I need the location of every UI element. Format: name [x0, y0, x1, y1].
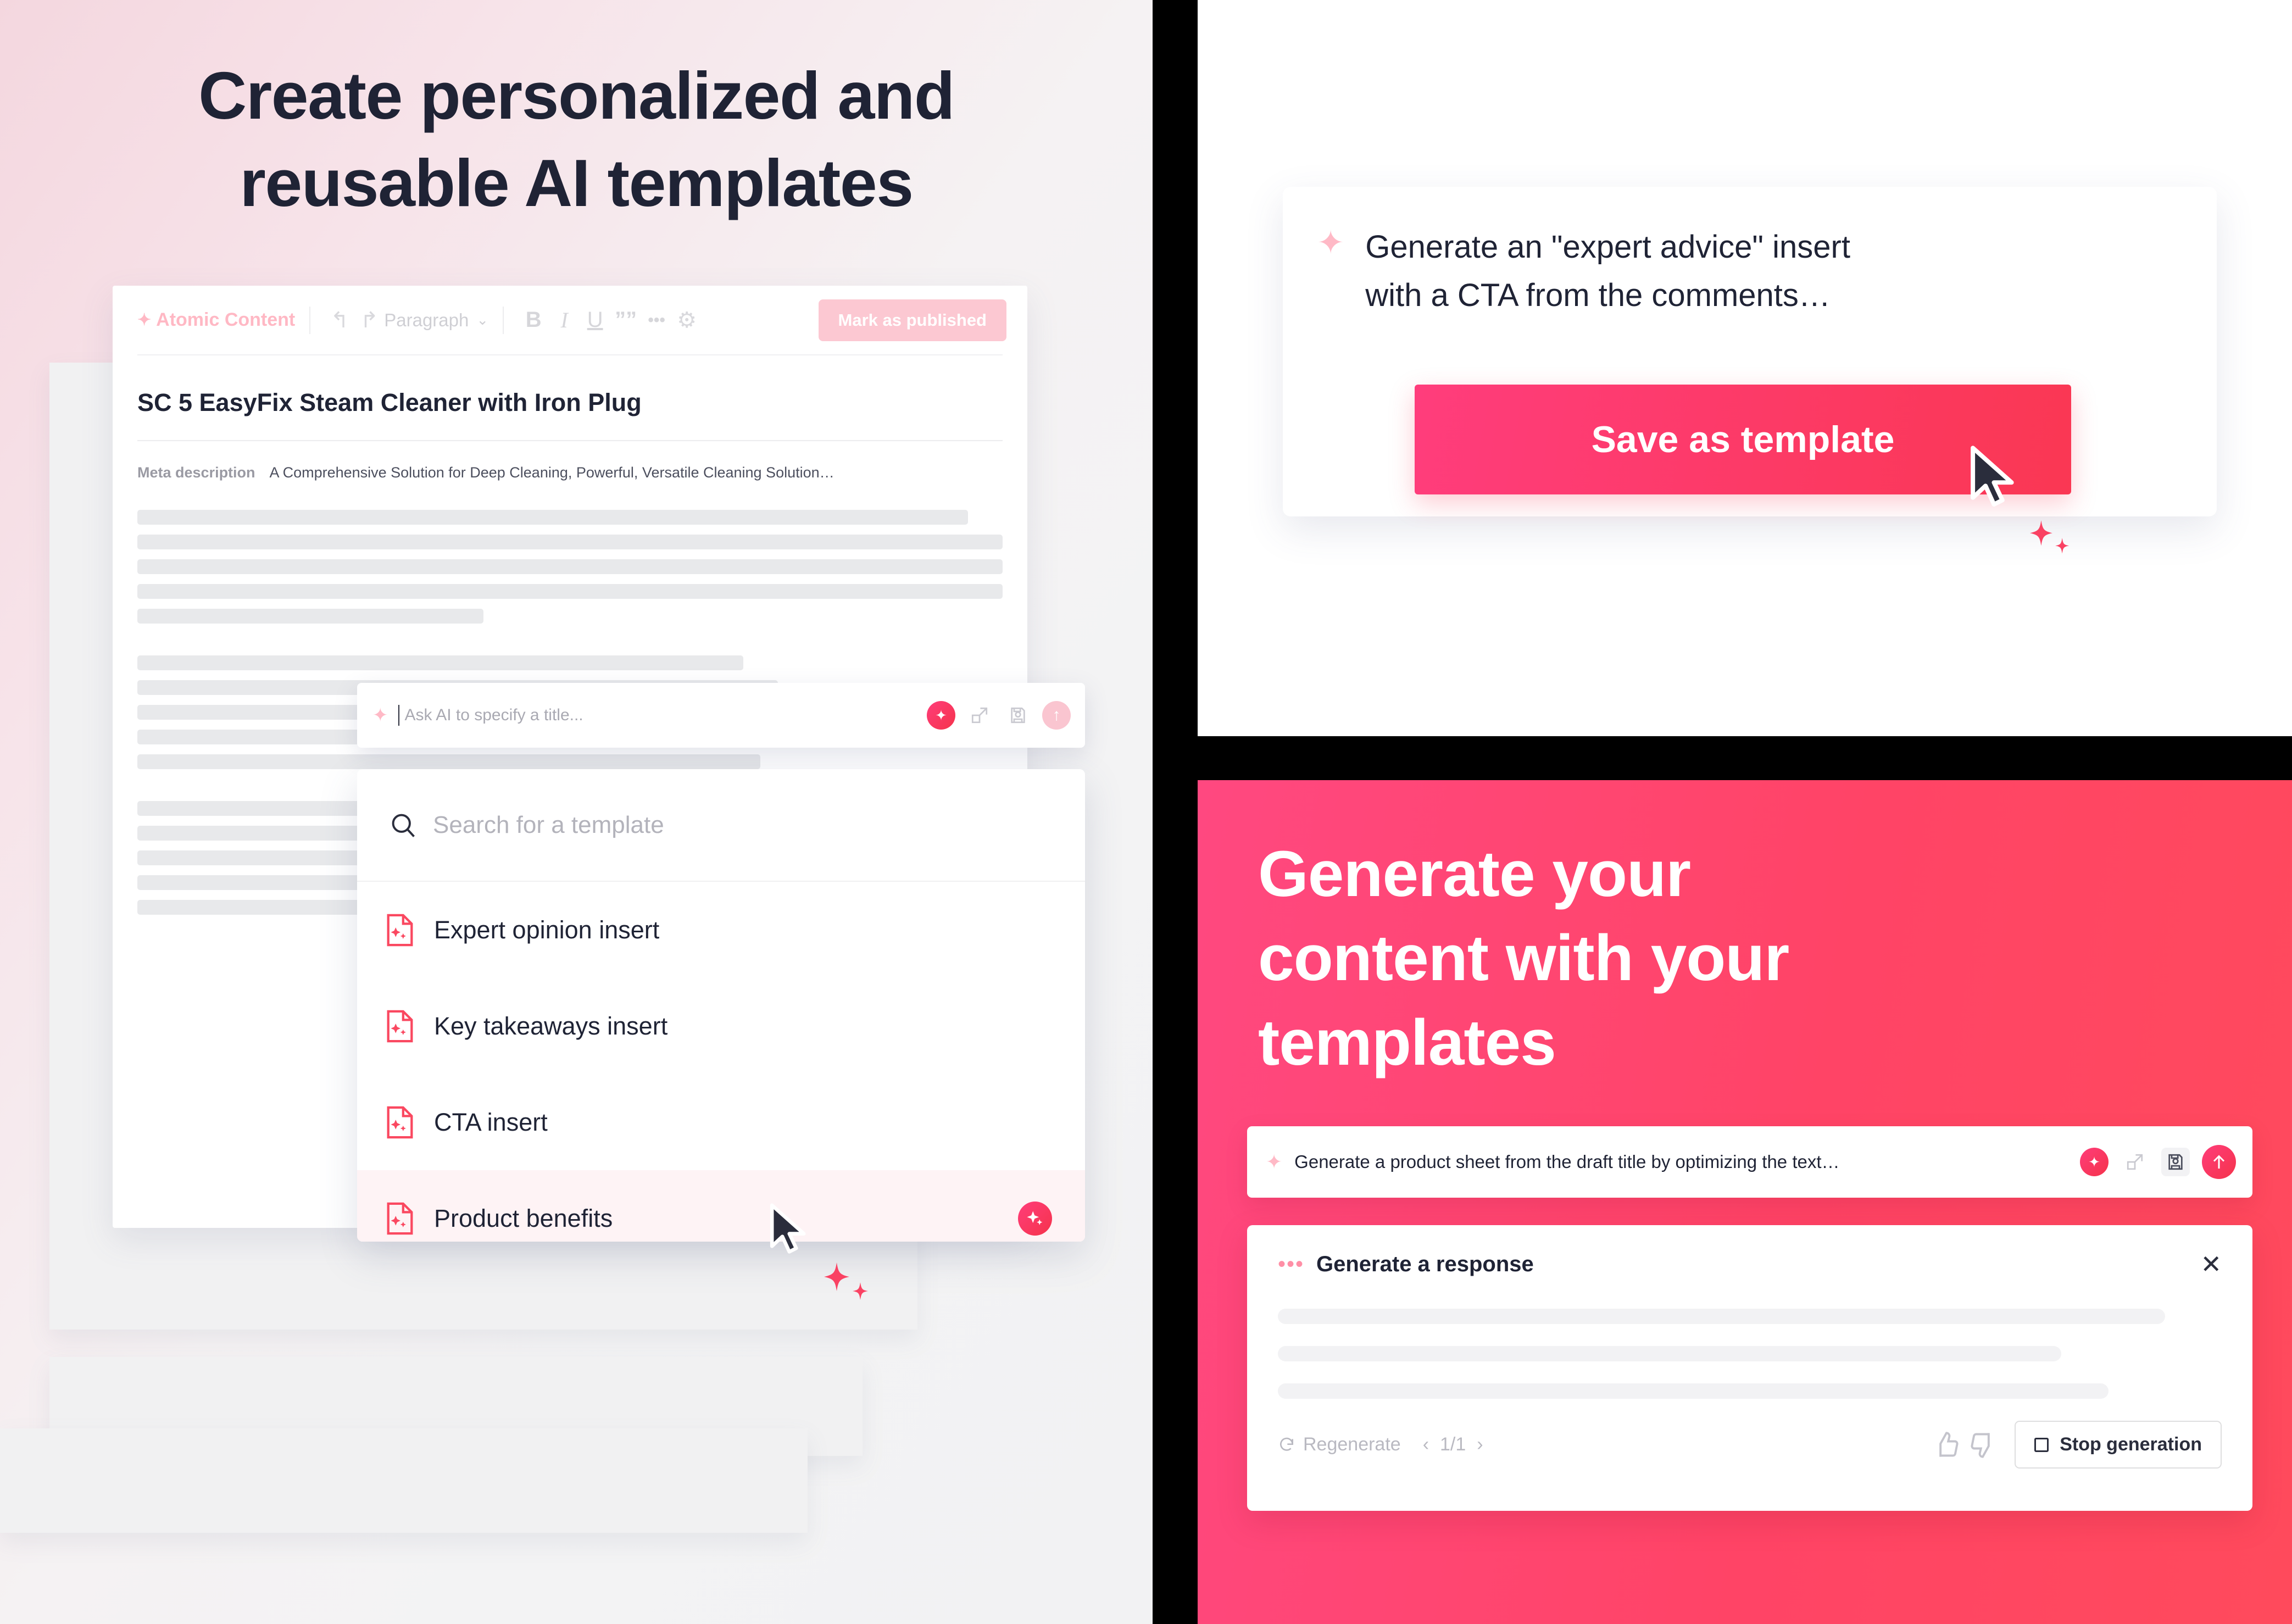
brand-label: Atomic Content [156, 309, 296, 330]
meta-description-value: A Comprehensive Solution for Deep Cleani… [269, 464, 835, 481]
pager-value: 1/1 [1440, 1434, 1466, 1455]
template-doc-icon [387, 1202, 413, 1234]
underline-button[interactable]: U [580, 308, 610, 332]
gear-icon[interactable]: ⚙ [672, 309, 702, 331]
pager-prev-button[interactable]: ‹ [1423, 1434, 1429, 1455]
sparkle-icon: ✦ [1266, 1150, 1283, 1173]
send-icon[interactable]: ↑ [1042, 701, 1071, 730]
loading-dots-icon: ••• [1278, 1252, 1305, 1276]
mouse-cursor [1971, 446, 2014, 507]
background-card-2 [0, 1428, 808, 1533]
prompt-preview-text: Generate an "expert advice" insert with … [1365, 223, 1850, 320]
left-headline-line2: reusable AI templates [240, 145, 914, 220]
template-search-placeholder: Search for a template [433, 811, 664, 838]
template-doc-icon [387, 914, 413, 946]
response-pager: ‹ 1/1 › [1423, 1434, 1483, 1455]
sparkle-icon: ✦ [372, 705, 388, 726]
template-doc-icon [387, 1010, 413, 1042]
undo-icon[interactable]: ↰ [325, 309, 354, 331]
save-icon[interactable] [2161, 1148, 2190, 1176]
left-feature-panel: Create personalized and reusable AI temp… [0, 0, 1153, 1624]
stop-generation-button[interactable]: Stop generation [2015, 1421, 2222, 1469]
left-headline: Create personalized and reusable AI temp… [0, 52, 1153, 226]
generation-prompt-text: Generate a product sheet from the draft … [1294, 1152, 1840, 1172]
title-rule [137, 440, 1003, 441]
toolbar-divider-2 [503, 306, 504, 334]
sparkle-decoration [824, 1263, 868, 1300]
stop-square-icon [2034, 1437, 2049, 1452]
template-dropdown: Search for a template Expert opinion ins… [357, 769, 1085, 1242]
sparkle-icon [1027, 1211, 1043, 1225]
expand-icon[interactable] [2121, 1148, 2149, 1176]
mark-as-published-button[interactable]: Mark as published [818, 299, 1006, 341]
template-item-label: Key takeaways insert [434, 1011, 668, 1040]
stop-generation-label: Stop generation [2060, 1434, 2202, 1455]
thumb-down-icon[interactable] [1968, 1431, 1997, 1459]
generate-response-title: Generate a response [1316, 1252, 1534, 1276]
text-caret [398, 705, 399, 726]
response-placeholder-lines [1278, 1309, 2222, 1399]
prompt-preview: ✦ Generate an "expert advice" insert wit… [1283, 187, 2217, 320]
bottom-right-panel: Generate your content with your template… [1198, 780, 2292, 1624]
template-search-row[interactable]: Search for a template [357, 769, 1085, 882]
chevron-down-icon: ⌄ [476, 312, 489, 328]
template-item-expert-opinion-insert[interactable]: Expert opinion insert [357, 882, 1085, 978]
ai-prompt-bar[interactable]: ✦ Ask AI to specify a title... ✦ ↑ [357, 683, 1085, 748]
document-title: SC 5 EasyFix Steam Cleaner with Iron Plu… [137, 388, 642, 416]
regenerate-button[interactable]: Regenerate [1278, 1434, 1401, 1455]
template-item-label: CTA insert [434, 1108, 548, 1136]
screenshot-root: Create personalized and reusable AI temp… [0, 0, 2292, 1624]
template-item-product-benefits[interactable]: Product benefits [357, 1170, 1085, 1242]
sparkle-decoration [2030, 520, 2070, 554]
regenerate-label: Regenerate [1303, 1434, 1401, 1455]
template-doc-icon [387, 1106, 413, 1138]
close-icon[interactable]: ✕ [2200, 1252, 2222, 1277]
more-options-button[interactable]: ••• [641, 311, 672, 330]
apply-template-button[interactable] [1018, 1201, 1052, 1236]
sparkle-icon: ✦ [137, 310, 152, 329]
editor-toolbar: ✦ Atomic Content ↰ ↱ Paragraph ⌄ B I U ”… [113, 286, 1027, 354]
redo-icon[interactable]: ↱ [354, 309, 384, 331]
sparkle-icon: ✦ [1317, 224, 1345, 261]
template-item-key-takeaways-insert[interactable]: Key takeaways insert [357, 978, 1085, 1074]
toolbar-rule [137, 354, 1003, 355]
br-headline-line2: content with your [1258, 922, 1789, 995]
refresh-icon [1280, 1437, 1293, 1451]
generate-response-footer: Regenerate ‹ 1/1 › Stop generation [1278, 1421, 2222, 1469]
sparkle-icon-button[interactable]: ✦ [927, 701, 955, 730]
paragraph-style-select[interactable]: Paragraph ⌄ [384, 310, 488, 331]
paragraph-style-label: Paragraph [384, 309, 469, 330]
bold-button[interactable]: B [518, 308, 549, 332]
pager-next-button[interactable]: › [1477, 1434, 1483, 1455]
template-item-label: Product benefits [434, 1204, 613, 1232]
toolbar-divider [309, 306, 311, 334]
template-item-cta-insert[interactable]: CTA insert [357, 1074, 1085, 1170]
meta-description-row: Meta description A Comprehensive Solutio… [137, 464, 1003, 481]
generate-response-card: ••• Generate a response ✕ Regenerate ‹ 1… [1247, 1225, 2252, 1511]
ai-prompt-placeholder: Ask AI to specify a title... [404, 706, 583, 724]
prompt-line-2: with a CTA from the comments… [1365, 277, 1831, 314]
left-headline-line1: Create personalized and [198, 58, 955, 133]
generation-prompt-bar[interactable]: ✦ Generate a product sheet from the draf… [1247, 1126, 2252, 1198]
mouse-cursor [770, 1203, 806, 1254]
expand-icon[interactable] [965, 701, 994, 730]
thumb-up-icon[interactable] [1932, 1431, 1961, 1459]
template-item-label: Expert opinion insert [434, 915, 660, 944]
generate-response-header: ••• Generate a response ✕ [1278, 1252, 2222, 1277]
send-icon[interactable] [2202, 1145, 2236, 1179]
italic-button[interactable]: I [549, 307, 580, 333]
prompt-line-1: Generate an "expert advice" insert [1365, 229, 1850, 265]
blockquote-button[interactable]: ”” [610, 308, 641, 332]
sparkle-icon-button[interactable]: ✦ [2080, 1148, 2109, 1176]
brand-logo: ✦ Atomic Content [137, 309, 295, 331]
save-icon[interactable] [1004, 701, 1032, 730]
meta-description-label: Meta description [137, 464, 255, 481]
bottom-right-headline: Generate your content with your template… [1258, 832, 1945, 1085]
br-headline-line3: templates [1258, 1006, 1556, 1079]
search-icon [392, 814, 415, 837]
br-headline-line1: Generate your [1258, 838, 1691, 910]
top-right-panel: ✦ Generate an "expert advice" insert wit… [1198, 0, 2292, 736]
